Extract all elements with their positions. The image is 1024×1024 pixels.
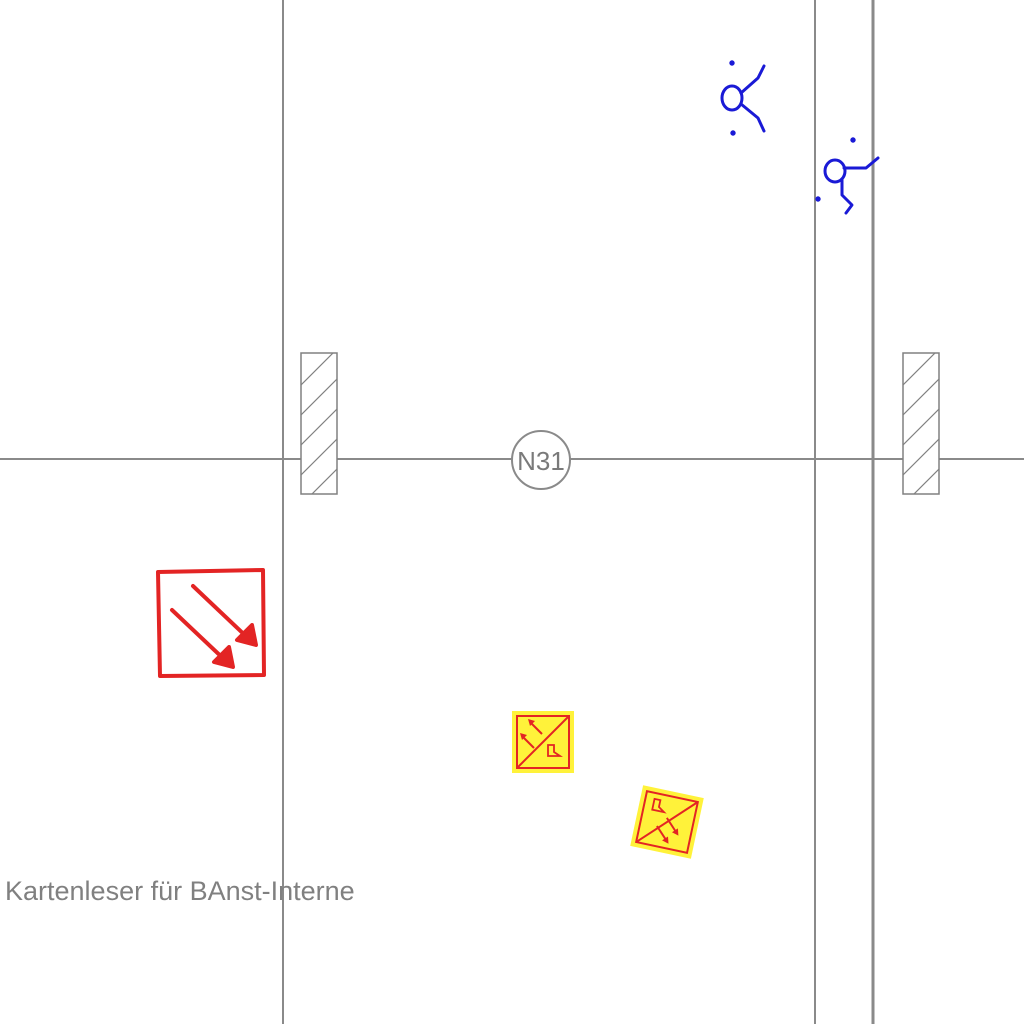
hatched-column-right xyxy=(902,352,940,495)
device-caption: Kartenleser für BAnst-Interne xyxy=(5,876,355,906)
escape-direction-icon xyxy=(156,568,266,678)
floor-plan-drawing: N31 xyxy=(0,0,1024,1024)
card-reader-icon xyxy=(512,711,574,773)
hatched-column-left xyxy=(300,352,338,495)
grid-reference-marker: N31 xyxy=(511,430,571,490)
grid-reference-label: N31 xyxy=(517,446,565,476)
person-icon xyxy=(815,137,880,215)
person-icon xyxy=(720,60,766,136)
card-reader-icon xyxy=(630,785,704,859)
